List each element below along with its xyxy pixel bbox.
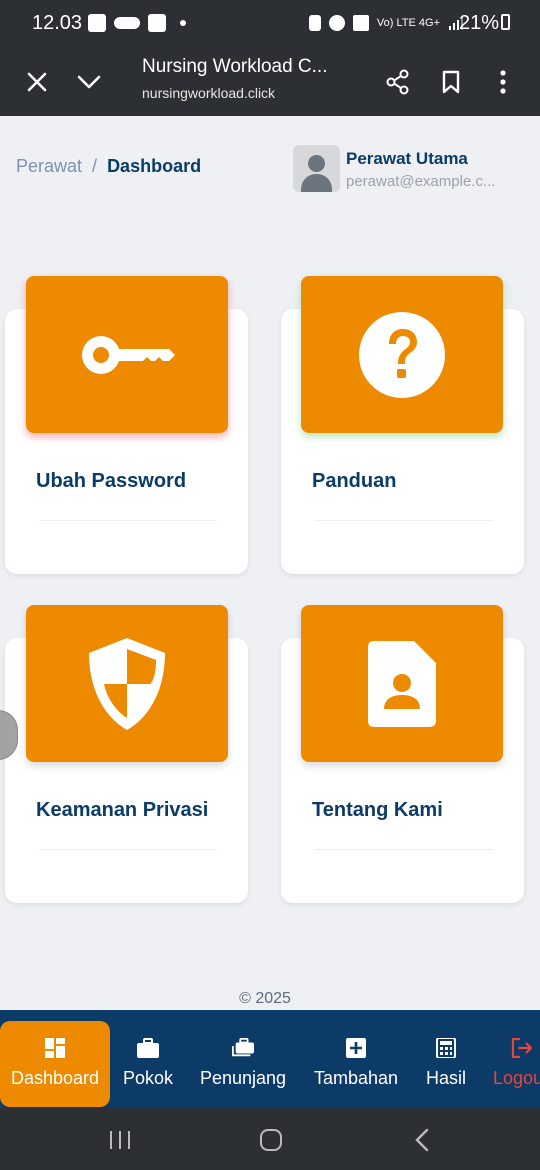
app-notification-icon xyxy=(114,17,140,29)
nav-hasil[interactable]: Hasil xyxy=(418,1010,474,1108)
status-time: 12.03 xyxy=(32,12,83,34)
breadcrumb-current: Dashboard xyxy=(107,156,202,176)
nav-label: Logou xyxy=(493,1068,540,1088)
page-url[interactable]: nursingworkload.click xyxy=(142,85,275,101)
copyright: © 2025 xyxy=(239,990,291,1007)
status-bar: 12.03 Vo) LTE 4G+ 21% xyxy=(0,0,540,48)
user-email: perawat@example.c... xyxy=(346,173,496,190)
dashboard-icon xyxy=(45,1038,65,1058)
battery-icon xyxy=(501,14,510,30)
shield-icon xyxy=(89,637,165,730)
avatar-body xyxy=(301,174,332,192)
breadcrumb: Perawat / Dashboard xyxy=(16,156,201,177)
nav-label: Hasil xyxy=(425,1068,466,1088)
bookmark-icon[interactable] xyxy=(431,62,471,102)
card-icon-box-password[interactable] xyxy=(26,276,228,433)
key-icon xyxy=(82,335,175,374)
card-label: Keamanan Privasi xyxy=(36,799,209,821)
avatar xyxy=(293,145,340,192)
shop-icon xyxy=(148,14,166,32)
nav-logout[interactable]: Logou xyxy=(492,1010,540,1108)
card-label: Panduan xyxy=(312,470,397,492)
nav-penunjang[interactable]: Penunjang xyxy=(195,1010,291,1108)
alarm-icon xyxy=(328,15,345,31)
divider xyxy=(315,520,493,521)
battery-indicator: 21% xyxy=(459,12,510,35)
nav-label: Penunjang xyxy=(199,1068,287,1088)
bottom-navigation: Dashboard Pokok Penunjang Tambahan Hasil… xyxy=(0,1010,540,1108)
save-icon xyxy=(308,15,321,31)
nav-pokok[interactable]: Pokok xyxy=(115,1010,181,1108)
divider xyxy=(39,520,217,521)
battery-percent: 21% xyxy=(458,12,499,34)
card-label: Tentang Kami xyxy=(312,799,443,821)
home-icon[interactable] xyxy=(259,1128,283,1152)
mute-icon xyxy=(352,15,369,31)
page-title[interactable]: Nursing Workload C... xyxy=(142,56,342,78)
nav-tambahan[interactable]: Tambahan xyxy=(308,1010,404,1108)
logout-icon xyxy=(511,1038,533,1058)
card-icon-box-tentang[interactable] xyxy=(301,605,503,762)
breadcrumb-parent[interactable]: Perawat xyxy=(16,156,82,176)
notification-icons xyxy=(88,14,186,32)
contact-card-icon xyxy=(368,640,436,727)
card-icon-box-privasi[interactable] xyxy=(26,605,228,762)
chevron-down-icon[interactable] xyxy=(69,62,109,102)
system-icons: Vo) LTE 4G+ xyxy=(308,15,464,31)
card-icon-box-panduan[interactable] xyxy=(301,276,503,433)
more-vert-icon[interactable] xyxy=(483,62,523,102)
dot-icon xyxy=(180,20,186,26)
nav-label: Pokok xyxy=(122,1068,174,1088)
user-name: Perawat Utama xyxy=(346,149,468,168)
divider xyxy=(315,849,493,850)
avatar-head xyxy=(308,155,325,172)
nav-dashboard[interactable]: Dashboard xyxy=(0,1021,110,1107)
calculator-icon xyxy=(436,1038,456,1058)
briefcase-icon xyxy=(137,1038,159,1058)
breadcrumb-separator: / xyxy=(92,156,98,176)
plus-square-icon xyxy=(346,1038,366,1058)
network-label: Vo) LTE 4G+ xyxy=(376,17,440,29)
card-label: Ubah Password xyxy=(36,470,187,492)
divider xyxy=(39,849,217,850)
back-icon[interactable] xyxy=(414,1128,430,1152)
close-icon[interactable] xyxy=(17,62,57,102)
gallery-icon xyxy=(88,14,106,32)
briefcases-icon xyxy=(232,1038,254,1057)
system-navigation-bar xyxy=(0,1108,540,1170)
browser-toolbar: Nursing Workload C... nursingworkload.cl… xyxy=(0,48,540,116)
recent-apps-icon[interactable] xyxy=(108,1130,132,1150)
nav-label: Tambahan xyxy=(313,1068,399,1088)
user-profile[interactable]: Perawat Utama perawat@example.c... xyxy=(293,145,533,193)
share-icon[interactable] xyxy=(378,62,418,102)
nav-label: Dashboard xyxy=(10,1068,100,1088)
question-icon xyxy=(359,311,445,398)
